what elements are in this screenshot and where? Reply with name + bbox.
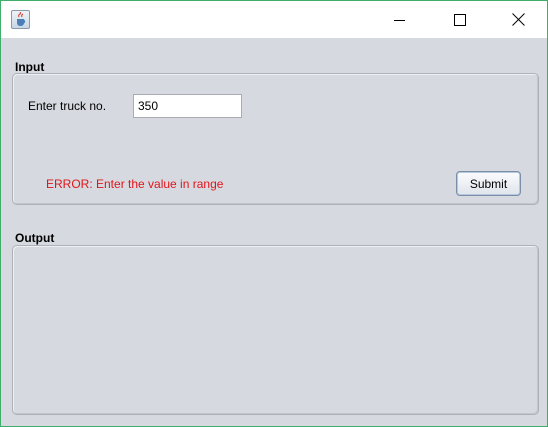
output-section-title: Output: [15, 231, 55, 245]
minimize-button[interactable]: [377, 1, 423, 38]
java-cup-icon[interactable]: [11, 10, 30, 29]
output-panel: [12, 245, 539, 415]
app-window: Input Enter truck no. ERROR: Enter the v…: [0, 0, 548, 427]
submit-button[interactable]: Submit: [456, 171, 521, 196]
error-message: ERROR: Enter the value in range: [46, 177, 224, 191]
close-button[interactable]: [495, 1, 541, 38]
title-bar[interactable]: [1, 1, 547, 38]
input-section-title: Input: [15, 60, 45, 74]
truck-number-label: Enter truck no.: [28, 99, 107, 113]
maximize-button[interactable]: [437, 1, 483, 38]
maximize-icon: [454, 13, 466, 26]
close-icon: [511, 13, 525, 26]
truck-number-input[interactable]: [133, 94, 242, 118]
minimize-icon: [394, 19, 405, 21]
